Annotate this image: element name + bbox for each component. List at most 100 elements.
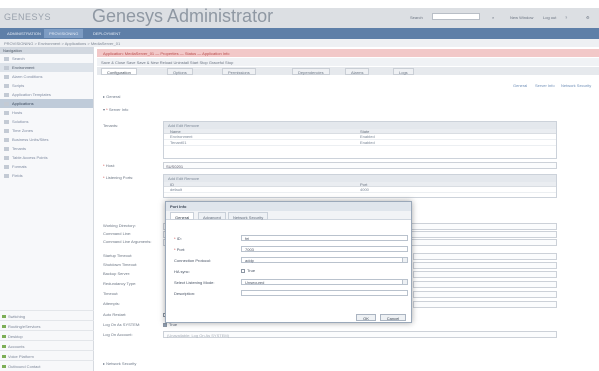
logon-account-field[interactable]: (Unavailable: Log On As SYSTEM) <box>163 331 557 338</box>
command-line-args-label: Command Line Arguments: <box>103 239 152 244</box>
backup-server-label: Backup Server: <box>103 271 131 276</box>
sidebar-item-hosts[interactable]: Hosts <box>0 108 93 117</box>
logout-link[interactable]: Log out <box>543 15 556 20</box>
dialog-tab-general[interactable]: General <box>170 212 195 220</box>
help-menu[interactable]: ? <box>565 15 567 20</box>
tab-alarms[interactable]: Alarms <box>345 68 370 75</box>
tab-administration[interactable]: ADMINISTRATION <box>2 29 46 38</box>
ports-toolbar[interactable]: Add Edit Remove <box>164 175 556 182</box>
sidebar-item-application-templates[interactable]: Application Templates <box>0 90 93 99</box>
new-window-link[interactable]: New Window <box>510 15 533 20</box>
port-id: default <box>170 187 183 192</box>
chevron-down-icon[interactable] <box>402 257 408 263</box>
port-value: 4000 <box>360 187 369 192</box>
chevron-down-icon[interactable] <box>402 279 408 285</box>
dialog-title: Port Info <box>166 202 411 211</box>
sidebar-item-alarm-conditions[interactable]: Alarm Conditions <box>0 72 93 81</box>
attempts-field[interactable] <box>413 301 557 308</box>
tab-dependencies[interactable]: Dependencies <box>292 68 330 75</box>
tenants-toolbar[interactable]: Add Edit Remove <box>164 122 556 129</box>
sidebar-item-tenants[interactable]: Tenants <box>0 144 93 153</box>
redundancy-type-select[interactable] <box>413 281 557 288</box>
host-field[interactable]: SUS0201 <box>163 162 557 169</box>
sidebar-item-table-access-points[interactable]: Table Access Points <box>0 153 93 162</box>
backup-server-field[interactable] <box>413 271 557 278</box>
id-label-text: ID: <box>176 236 182 241</box>
tenant-name: Environment <box>170 134 193 139</box>
tab-deployment[interactable]: DEPLOYMENT <box>88 29 126 38</box>
port-label-text: Port: <box>176 247 186 252</box>
gear-icon[interactable]: ⚙ <box>586 15 590 20</box>
ha-sync-checkbox[interactable]: True <box>241 268 255 273</box>
link-general[interactable]: General <box>513 83 527 88</box>
section-general[interactable]: ▸ General <box>103 94 120 99</box>
ok-button[interactable]: OK <box>356 314 376 321</box>
sidebar-group-switching[interactable]: Switching <box>0 310 94 320</box>
tenant-state: Enabled <box>360 134 375 139</box>
sidebar-item-solutions[interactable]: Solutions <box>0 117 93 126</box>
section-server-info[interactable]: ▾ * Server Info <box>103 107 128 112</box>
host-label: * Host: <box>103 163 116 168</box>
sidebar-group-outbound[interactable]: Outbound Contact <box>0 360 94 370</box>
working-directory-label: Working Directory: <box>103 223 136 228</box>
sidebar-group-voice-platform[interactable]: Voice Platform <box>0 350 94 360</box>
checkbox-checked-icon <box>163 322 167 327</box>
tab-options[interactable]: Options <box>167 68 193 75</box>
app-toolbar[interactable]: Save & Close Save Save & New Reload Unin… <box>97 58 599 66</box>
sidebar: Navigation Search Environment Alarm Cond… <box>0 47 94 371</box>
logon-account-label: Log On Account: <box>103 332 133 337</box>
timeout-field[interactable] <box>413 291 557 298</box>
port-label: * Port: <box>174 247 186 252</box>
section-server-info-label: Server Info <box>108 107 129 112</box>
dialog-tab-network-security[interactable]: Network Security <box>228 212 269 220</box>
app-status-bar: Application: MediaServer_01 — Properties… <box>97 49 599 57</box>
sidebar-item-time-zones[interactable]: Time Zones <box>0 126 93 135</box>
sidebar-section-environment[interactable]: Environment <box>0 63 93 72</box>
sidebar-group-routing[interactable]: Routing/eServices <box>0 320 94 330</box>
description-input[interactable] <box>241 290 408 296</box>
link-network-security[interactable]: Network Security <box>561 83 591 88</box>
attempts-label: Attempts: <box>103 301 120 306</box>
table-row[interactable]: Tenant01 Enabled <box>164 140 556 146</box>
search-icon[interactable]: ⌕ <box>492 15 494 20</box>
port-input[interactable]: 7003 <box>241 246 408 252</box>
shutdown-timeout-label: Shutdown Timeout: <box>103 262 138 267</box>
listening-mode-select[interactable]: Unsecured <box>241 279 408 285</box>
tab-provisioning[interactable]: PROVISIONING <box>44 29 84 38</box>
genesys-logo: GENESYS <box>4 12 52 22</box>
tenant-state: Enabled <box>360 140 375 145</box>
shutdown-timeout-field[interactable] <box>413 262 557 269</box>
tab-permissions[interactable]: Permissions <box>222 68 256 75</box>
sidebar-section-search[interactable]: Search <box>0 54 93 63</box>
tenant-name: Tenant01 <box>170 140 187 145</box>
sidebar-item-business-units[interactable]: Business Units/Sites <box>0 135 93 144</box>
sidebar-item-fields[interactable]: Fields <box>0 171 93 180</box>
description-label: Description: <box>174 291 196 296</box>
link-server-info[interactable]: Server Info <box>535 83 555 88</box>
sidebar-title: Navigation <box>0 47 93 54</box>
sidebar-item-formats[interactable]: Formats <box>0 162 93 171</box>
startup-timeout-field[interactable] <box>413 253 557 260</box>
cancel-button[interactable]: Cancel <box>380 314 406 321</box>
id-input[interactable]: fei <box>241 235 408 241</box>
ha-sync-value: True <box>247 268 256 273</box>
section-network-security-label: Network Security <box>106 361 137 366</box>
table-row[interactable]: default 4000 <box>164 187 556 193</box>
sidebar-item-scripts[interactable]: Scripts <box>0 81 93 90</box>
sidebar-group-accounts[interactable]: Accounts <box>0 340 94 350</box>
protocol-select[interactable]: addp <box>241 257 408 263</box>
search-input[interactable] <box>432 13 480 20</box>
sidebar-group-desktop[interactable]: Desktop <box>0 330 94 340</box>
checkbox-icon <box>241 268 245 273</box>
port-info-dialog: Port Info General Advanced Network Secur… <box>165 201 412 323</box>
tab-configuration[interactable]: Configuration <box>101 68 137 75</box>
dialog-tab-advanced[interactable]: Advanced <box>198 212 226 220</box>
ports-grid: Add Edit Remove ID Port default 4000 <box>163 174 557 198</box>
sidebar-item-applications[interactable]: Applications <box>0 99 93 108</box>
protocol-label: Connection Protocol: <box>174 258 212 263</box>
logon-system-label: Log On As SYSTEM: <box>103 322 141 327</box>
section-network-security[interactable]: ▸ Network Security <box>103 361 136 366</box>
ports-label: * Listening Ports: <box>103 175 134 180</box>
tab-logs[interactable]: Logs <box>393 68 414 75</box>
redundancy-type-label: Redundancy Type: <box>103 281 137 286</box>
